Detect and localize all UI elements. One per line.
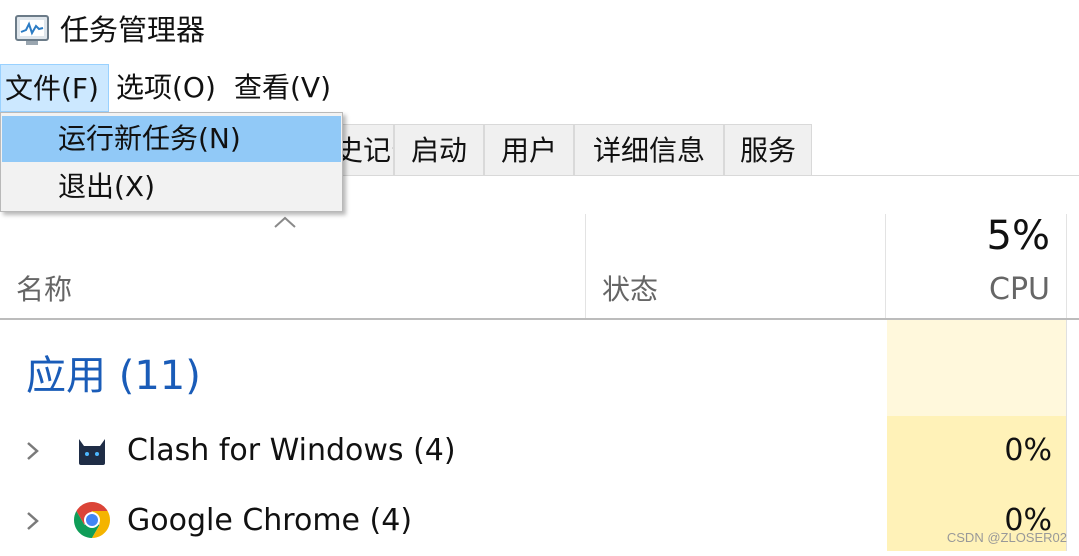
chevron-right-icon[interactable] [22, 436, 44, 466]
menu-options[interactable]: 选项(O) [112, 64, 220, 112]
column-header-name[interactable]: 名称 [16, 270, 72, 310]
process-name: Clash for Windows (4) [127, 433, 456, 468]
menu-file[interactable]: 文件(F) [0, 64, 109, 112]
column-divider[interactable] [585, 214, 586, 318]
table-row[interactable]: Google Chrome (4) 0% [0, 486, 1079, 556]
chevron-right-icon[interactable] [22, 506, 44, 536]
tab-users[interactable]: 用户 [484, 124, 574, 175]
menu-view[interactable]: 查看(V) [230, 64, 335, 112]
tab-startup[interactable]: 启动 [394, 124, 484, 175]
column-divider[interactable] [1066, 214, 1067, 318]
group-header-apps[interactable]: 应用 (11) [26, 350, 201, 402]
menu-bar: 文件(F) 选项(O) 查看(V) [0, 64, 1079, 114]
column-header-cpu[interactable]: CPU [888, 270, 1050, 310]
clash-cat-icon [79, 439, 105, 465]
tab-services[interactable]: 服务 [724, 124, 812, 175]
column-divider[interactable] [885, 214, 886, 318]
tab-details[interactable]: 详细信息 [574, 124, 724, 175]
menu-item-exit[interactable]: 退出(X) [2, 164, 341, 210]
chrome-icon [73, 502, 111, 538]
window-title: 任务管理器 [60, 13, 206, 47]
column-header-status[interactable]: 状态 [602, 270, 658, 310]
watermark: CSDN @ZLOSER02 [946, 530, 1067, 545]
title-bar: 任务管理器 [0, 0, 1079, 62]
process-cpu: 0% [1004, 433, 1052, 468]
table-row[interactable]: Clash for Windows (4) 0% [0, 416, 1079, 486]
file-menu-dropdown: 运行新任务(N) 退出(X) [0, 112, 343, 212]
task-manager-icon [15, 15, 49, 45]
menu-item-run-new-task[interactable]: 运行新任务(N) [2, 116, 341, 162]
cpu-total-percent[interactable]: 5% [888, 210, 1050, 262]
cpu-column-background [887, 320, 1067, 416]
sort-ascending-icon[interactable] [272, 214, 298, 230]
process-name: Google Chrome (4) [127, 503, 413, 538]
